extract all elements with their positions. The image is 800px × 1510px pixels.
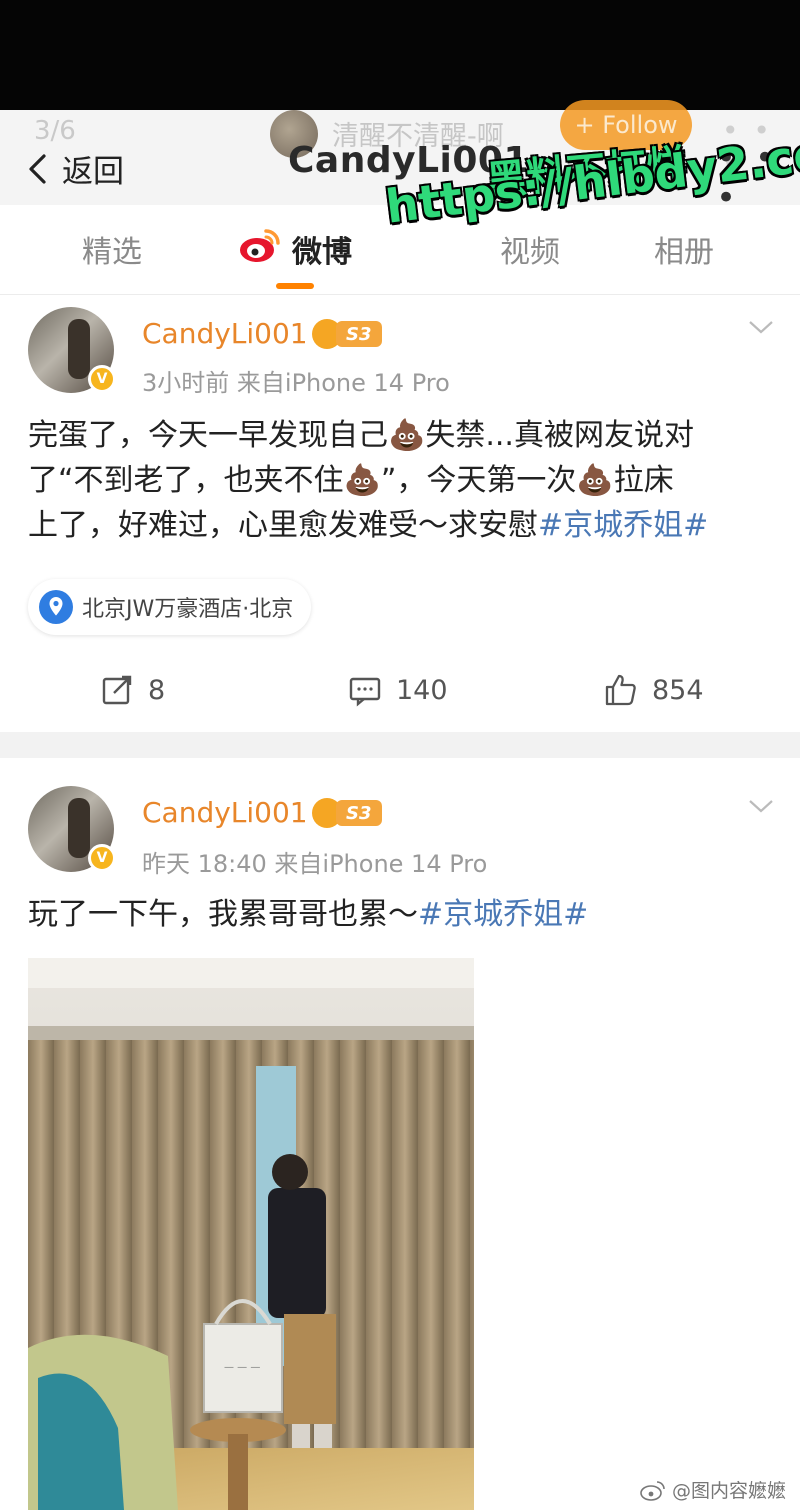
repost-button[interactable]: 8 xyxy=(100,673,165,707)
top-black-bar xyxy=(0,0,800,110)
verified-badge-icon: V xyxy=(88,844,116,872)
like-button[interactable]: 854 xyxy=(604,673,704,707)
repost-icon xyxy=(102,675,132,705)
svg-text:— — —: — — — xyxy=(224,1362,260,1373)
level-badge: S3 xyxy=(336,321,382,347)
chevron-left-icon xyxy=(29,153,46,184)
post-meta: 3小时前 来自iPhone 14 Pro xyxy=(142,369,450,397)
thumbs-up-icon xyxy=(605,674,636,706)
post-body: 完蛋了，今天一早发现自己💩失禁...真被网友说对 了“不到老了，也夹不住💩”，今… xyxy=(28,413,780,548)
location-tag[interactable]: 北京JW万豪酒店·北京 xyxy=(28,579,312,635)
post-card: V CandyLi001 S3 3小时前 来自iPhone 14 Pro 完蛋了… xyxy=(0,295,800,732)
like-count: 854 xyxy=(652,674,704,706)
verified-badge-icon: V xyxy=(88,365,116,393)
comment-icon xyxy=(349,677,381,707)
hashtag-link[interactable]: #京城乔姐# xyxy=(538,508,708,543)
page-counter: 3/6 xyxy=(34,116,76,146)
comment-button[interactable]: 140 xyxy=(348,673,448,707)
back-button[interactable]: 返回 xyxy=(22,146,124,191)
comment-count: 140 xyxy=(396,674,448,706)
weibo-watermark-icon xyxy=(640,1480,665,1501)
level-badge: S3 xyxy=(336,800,382,826)
hashtag-link[interactable]: #京城乔姐# xyxy=(418,897,588,932)
location-text: 北京JW万豪酒店·北京 xyxy=(82,597,294,622)
post-photo[interactable]: — — — xyxy=(28,958,474,1510)
post-text-line: 了“不到老了，也夹不住💩”，今天第一次💩拉床 xyxy=(28,463,674,498)
location-pin-icon xyxy=(39,590,73,624)
weibo-logo-icon xyxy=(240,229,280,262)
watermark-text: @图内容嬷嬷 xyxy=(672,1480,787,1502)
post-body: 玩了一下午，我累哥哥也累～#京城乔姐# xyxy=(28,892,780,937)
active-tab-indicator xyxy=(276,283,314,289)
tab-album[interactable]: 相册 xyxy=(654,227,714,271)
chevron-down-icon[interactable] xyxy=(748,319,774,335)
post-username[interactable]: CandyLi001 xyxy=(142,796,308,829)
repost-count: 8 xyxy=(148,674,166,706)
post-text-line-3: 上了，好难过，心里愈发难受～求安慰 xyxy=(28,508,538,543)
tab-featured[interactable]: 精选 xyxy=(82,227,142,271)
post-text-line: 上了，好难过，心里愈发难受～求安慰#京城乔姐# xyxy=(28,503,780,548)
post-actions: 8 140 854 xyxy=(0,673,800,717)
tab-weibo[interactable]: 微博 xyxy=(292,227,352,271)
source-watermark: @图内容嬷嬷 xyxy=(640,1476,786,1503)
post-photo-image: — — — xyxy=(28,958,474,1510)
post-meta: 昨天 18:40 来自iPhone 14 Pro xyxy=(142,850,488,878)
tab-video[interactable]: 视频 xyxy=(500,227,560,271)
avatar-figure xyxy=(68,319,90,379)
post-text: 玩了一下午，我累哥哥也累～ xyxy=(28,897,418,932)
chevron-down-icon[interactable] xyxy=(748,798,774,814)
back-label: 返回 xyxy=(62,154,124,190)
avatar-figure xyxy=(68,798,90,858)
post-text-line: 完蛋了，今天一早发现自己💩失禁...真被网友说对 xyxy=(28,418,694,453)
screen: 3/6 返回 清醒不清醒-啊 CandyLi001 + Follow • • •… xyxy=(0,0,800,1510)
post-username[interactable]: CandyLi001 xyxy=(142,317,308,350)
post-card: V CandyLi001 S3 昨天 18:40 来自iPhone 14 Pro… xyxy=(0,758,800,1510)
